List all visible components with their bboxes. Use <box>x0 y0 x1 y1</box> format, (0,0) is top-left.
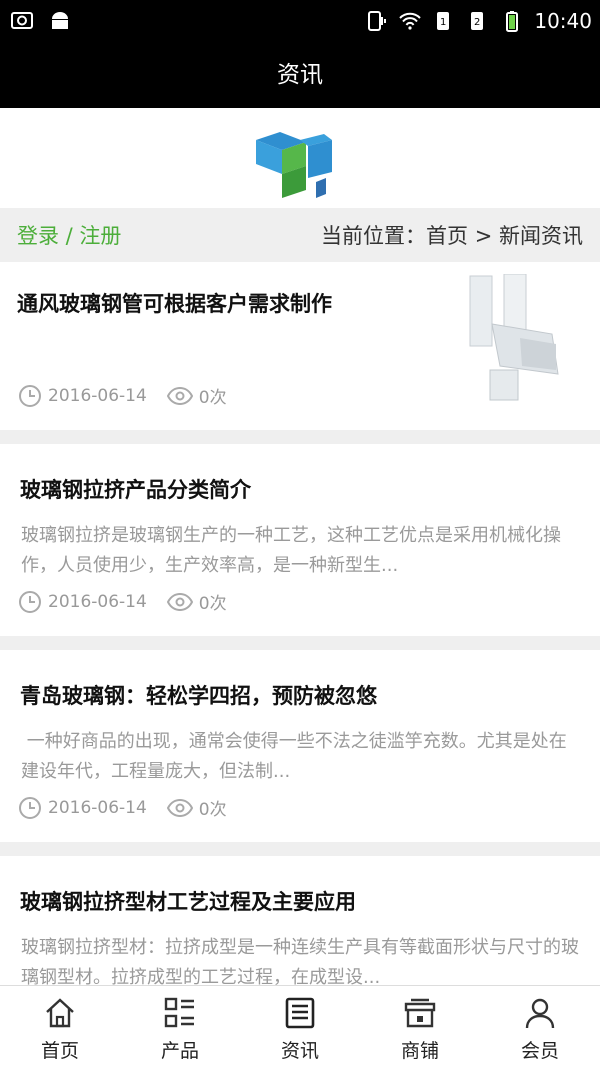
clock-time: 10:40 <box>534 9 592 33</box>
login-register-link[interactable]: 登录 / 注册 <box>17 220 121 250</box>
clock-icon <box>19 590 41 613</box>
article-title[interactable]: 玻璃钢拉挤型材工艺过程及主要应用 <box>20 886 356 916</box>
tab-member[interactable]: 会员 <box>480 986 600 1067</box>
tab-label: 商铺 <box>400 1040 439 1062</box>
news-list: 通风玻璃钢管可根据客户需求制作 2016-06-14 0次 玻璃钢拉挤产品分类简… <box>0 262 600 1016</box>
list-item[interactable]: 玻璃钢拉挤产品分类简介 玻璃钢拉挤是玻璃钢生产的一种工艺，这种工艺优点是采用机械… <box>0 444 600 650</box>
vibrate-icon <box>368 11 387 31</box>
android-icon <box>52 12 68 29</box>
tab-shops[interactable]: 商铺 <box>360 986 480 1067</box>
article-title[interactable]: 青岛玻璃钢：轻松学四招，预防被忽悠 <box>20 680 377 710</box>
eye-icon <box>166 592 193 611</box>
tab-label: 资讯 <box>280 1040 319 1062</box>
screenshot-icon <box>11 12 33 29</box>
wifi-icon <box>399 12 422 30</box>
svg-text:1: 1 <box>440 17 446 28</box>
article-meta: 2016-06-14 0次 <box>18 795 227 820</box>
article-views: 0次 <box>198 594 227 614</box>
tab-products[interactable]: 产品 <box>120 986 240 1067</box>
svg-text:2: 2 <box>474 17 480 28</box>
brand-logo <box>256 132 332 198</box>
sim2-signal-icon: 2 <box>471 12 484 30</box>
article-date: 2016-06-14 <box>48 591 147 612</box>
article-summary: 玻璃钢拉挤型材：拉挤成型是一种连续生产具有等截面形状与尺寸的玻璃钢型材。拉挤成型… <box>21 937 579 988</box>
article-title[interactable]: 玻璃钢拉挤产品分类简介 <box>20 474 251 504</box>
location-bar: 登录 / 注册 当前位置：首页 > 新闻资讯 <box>0 208 600 262</box>
status-bar: 1 2 10:40 <box>0 0 600 44</box>
battery-icon <box>506 11 519 32</box>
article-meta: 2016-06-14 0次 <box>18 589 227 614</box>
logo-area <box>0 108 600 208</box>
article-meta: 2016-06-14 0次 <box>18 383 227 408</box>
tab-label: 首页 <box>40 1040 79 1062</box>
shop-icon <box>404 998 436 1028</box>
tab-news[interactable]: 资讯 <box>240 986 360 1067</box>
page-title: 资讯 <box>0 44 600 108</box>
clock-icon <box>19 384 41 407</box>
list-icon <box>164 997 194 1028</box>
article-date: 2016-06-14 <box>48 385 147 406</box>
user-icon <box>525 998 555 1029</box>
news-icon <box>285 997 315 1029</box>
breadcrumb: 当前位置：首页 > 新闻资讯 <box>321 224 583 248</box>
tab-home[interactable]: 首页 <box>0 986 120 1067</box>
article-views: 0次 <box>198 800 227 820</box>
eye-icon <box>166 798 193 817</box>
eye-icon <box>166 386 193 405</box>
home-icon <box>46 998 74 1028</box>
clock-icon <box>19 796 41 819</box>
list-item[interactable]: 青岛玻璃钢：轻松学四招，预防被忽悠 一种好商品的出现，通常会使得一些不法之徒滥竽… <box>0 650 600 856</box>
article-summary: 玻璃钢拉挤是玻璃钢生产的一种工艺，这种工艺优点是采用机械化操作，人员使用少，生产… <box>21 525 561 576</box>
article-summary: 一种好商品的出现，通常会使得一些不法之徒滥竽充数。尤其是处在建设年代，工程量庞大… <box>21 731 567 782</box>
bottom-tab-bar: 首页 产品 资讯 商铺 会员 <box>0 985 600 1067</box>
list-item[interactable]: 通风玻璃钢管可根据客户需求制作 2016-06-14 0次 <box>0 262 600 444</box>
tab-label: 会员 <box>520 1040 559 1062</box>
sim1-signal-icon: 1 <box>437 12 450 30</box>
tab-label: 产品 <box>160 1040 199 1062</box>
article-title[interactable]: 通风玻璃钢管可根据客户需求制作 <box>17 288 332 318</box>
article-date: 2016-06-14 <box>48 797 147 818</box>
article-views: 0次 <box>198 388 227 408</box>
article-thumbnail[interactable] <box>460 274 570 408</box>
